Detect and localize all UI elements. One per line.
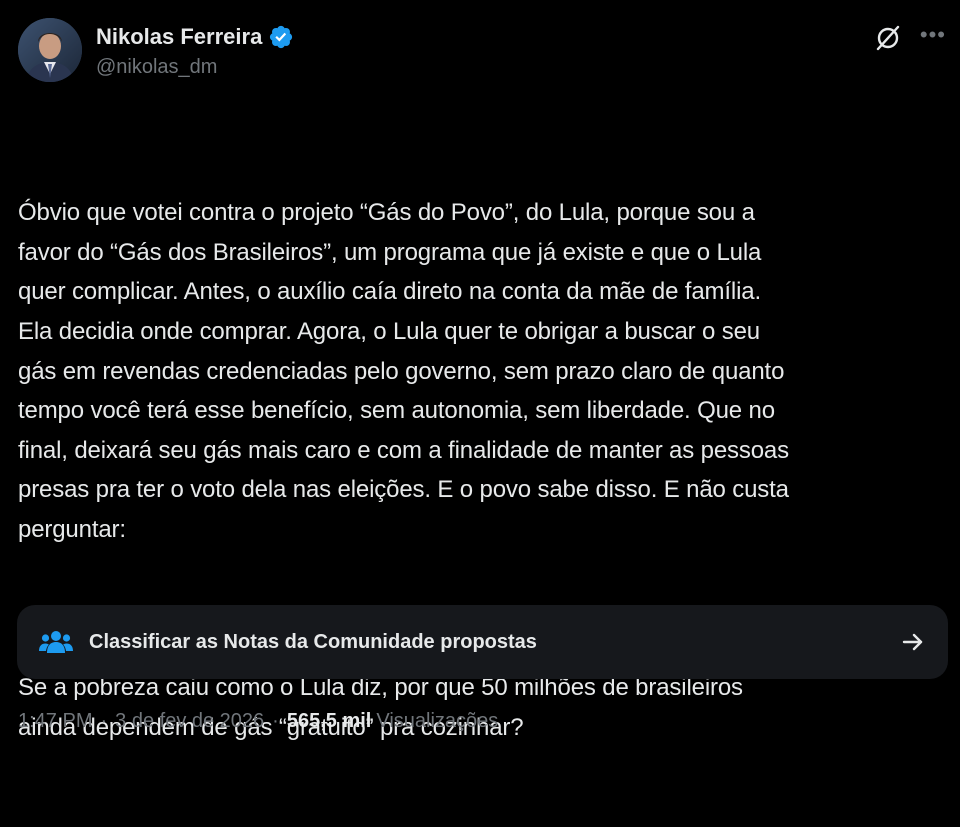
tweet-paragraph-1: Óbvio que votei contra o projeto “Gás do… [18, 199, 789, 543]
name-row: Nikolas Ferreira [96, 22, 294, 52]
meta-separator: · [100, 710, 108, 732]
community-notes-people-icon [39, 629, 73, 655]
arrow-right-icon [900, 629, 926, 655]
views-label: Visualizações [376, 710, 499, 732]
avatar[interactable] [18, 18, 82, 82]
author-names: Nikolas Ferreira @nikolas_dm [96, 22, 294, 79]
tweet: Nikolas Ferreira @nikolas_dm ••• Óbvio q… [0, 0, 960, 770]
avatar-image [18, 18, 82, 82]
community-notes-button[interactable]: Classificar as Notas da Comunidade propo… [17, 605, 948, 679]
handle[interactable]: @nikolas_dm [96, 56, 294, 79]
community-notes-label: Classificar as Notas da Comunidade propo… [89, 630, 537, 653]
tweet-time[interactable]: 1:47 PM [18, 710, 92, 733]
tweet-date[interactable]: 3 de fev de 2026 [115, 710, 264, 733]
display-name[interactable]: Nikolas Ferreira [96, 24, 262, 50]
more-options-icon[interactable]: ••• [920, 24, 946, 46]
grok-icon[interactable] [874, 24, 902, 52]
meta-separator: · [272, 710, 279, 732]
tweet-paragraph-2: Se a pobreza caiu como o Lula diz, por q… [18, 674, 743, 741]
top-actions: ••• [874, 24, 946, 52]
tweet-meta: 1:47 PM · 3 de fev de 2026 · 565,5 mil V… [18, 710, 498, 733]
verified-badge-icon[interactable] [268, 24, 294, 50]
tweet-header: Nikolas Ferreira @nikolas_dm [18, 18, 294, 82]
views-count: 565,5 mil [286, 710, 372, 732]
